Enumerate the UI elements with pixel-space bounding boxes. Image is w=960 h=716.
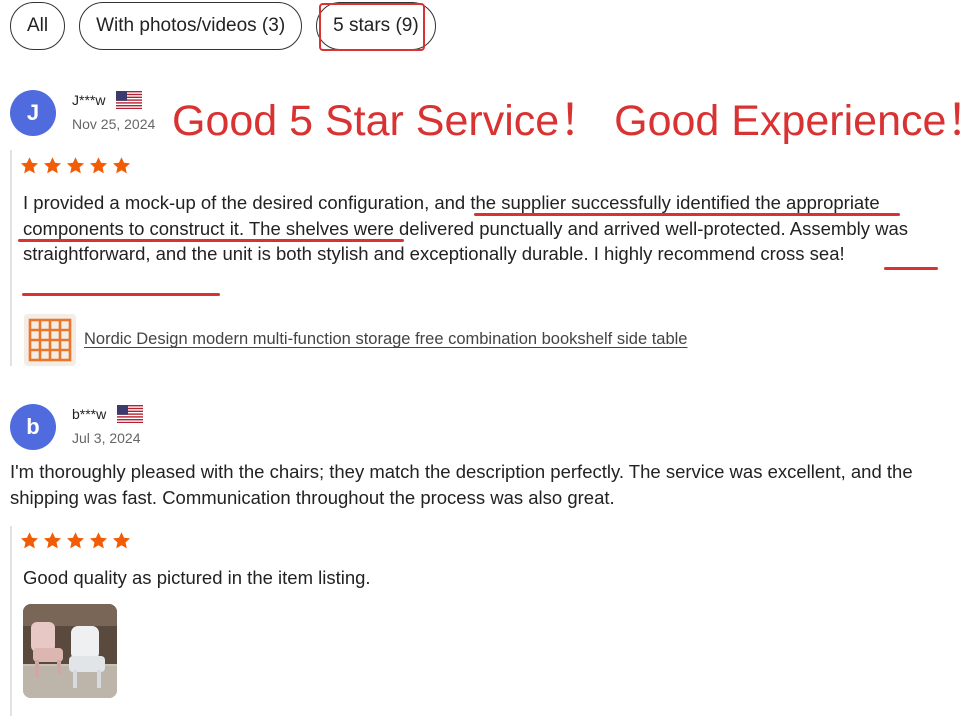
star-icon (112, 532, 131, 549)
product-link[interactable]: Nordic Design modern multi-function stor… (84, 330, 687, 349)
star-icon (20, 157, 39, 174)
star-icon (43, 532, 62, 549)
star-rating (20, 156, 131, 175)
review-text: Good quality as pictured in the item lis… (23, 567, 371, 588)
review-filter-bar: All With photos/videos (3) 5 stars (9) (10, 2, 436, 51)
review-card (10, 526, 12, 716)
review-main-text: I'm thoroughly pleased with the chairs; … (10, 461, 913, 508)
filter-five-stars-label: 5 stars (9) (333, 15, 419, 36)
us-flag-icon (117, 405, 143, 423)
reviewer-name: J***w (72, 92, 106, 108)
star-icon (66, 157, 85, 174)
annotation-underline (474, 213, 900, 216)
reviewer-avatar: b (10, 404, 56, 450)
filter-all-label: All (27, 15, 49, 36)
star-icon (20, 532, 39, 549)
reviewer-name: b***w (72, 406, 107, 422)
star-rating (20, 531, 131, 550)
review-date: Jul 3, 2024 (72, 430, 141, 446)
annotation-underline (884, 267, 938, 270)
us-flag-icon (116, 91, 142, 109)
review-card (10, 150, 12, 366)
avatar-letter: J (26, 100, 40, 125)
annotation-underline (18, 239, 404, 242)
review-photo[interactable] (23, 604, 117, 698)
review-date: Nov 25, 2024 (72, 116, 156, 132)
star-icon (43, 157, 62, 174)
reviewer-avatar: J (10, 90, 56, 136)
review-text: I provided a mock-up of the desired conf… (23, 192, 909, 265)
product-thumbnail[interactable] (24, 314, 76, 366)
annotation-overlay-text: Good 5 Star Service！ Good Experience！ (172, 97, 960, 145)
filter-all-chip[interactable]: All (10, 2, 66, 50)
annotation-underline (22, 293, 220, 296)
filter-photos-chip[interactable]: With photos/videos (3) (79, 2, 303, 50)
star-icon (89, 532, 108, 549)
filter-photos-label: With photos/videos (3) (96, 15, 286, 36)
avatar-letter: b (26, 414, 40, 439)
star-icon (112, 157, 131, 174)
star-icon (66, 532, 85, 549)
star-icon (89, 157, 108, 174)
filter-five-stars-chip[interactable]: 5 stars (9) (316, 2, 436, 51)
